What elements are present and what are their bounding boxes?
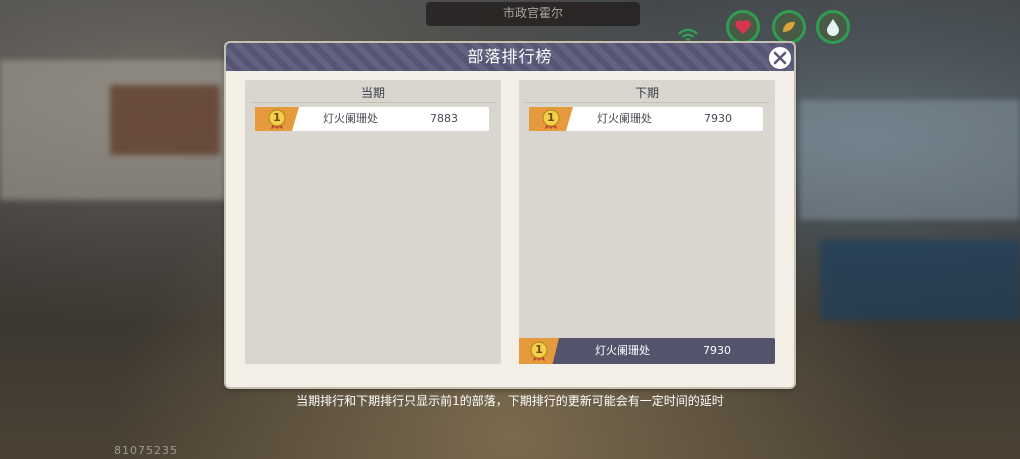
medal-icon: 1 [541, 109, 561, 129]
tribe-name: 灯火阑珊处 [323, 112, 378, 125]
dialog-header: 部落排行榜 [226, 43, 794, 71]
leaderboard-row[interactable]: 1 灯火阑珊处 7883 [255, 107, 489, 131]
my-tribe-row[interactable]: 1 灯火阑珊处 7930 [519, 338, 775, 364]
tribe-score: 7883 [430, 112, 458, 125]
rank-number: 1 [535, 343, 543, 356]
player-id: 81075235 [114, 444, 178, 457]
tribe-name: 灯火阑珊处 [597, 112, 652, 125]
medal-icon: 1 [529, 341, 549, 361]
rank-number: 1 [273, 111, 281, 124]
close-button[interactable] [767, 45, 793, 71]
hunger-status[interactable] [772, 10, 806, 44]
leaderboard-footnote: 当期排行和下期排行只显示前1的部落，下期排行的更新可能会有一定时间的延时 [296, 394, 724, 408]
background-scene-object [110, 85, 220, 155]
current-period-panel: 当期 1 灯火阑珊处 7883 [245, 80, 501, 364]
my-tribe-name: 灯火阑珊处 [595, 344, 650, 357]
thirst-status[interactable] [816, 10, 850, 44]
my-tribe-score: 7930 [703, 344, 731, 357]
food-icon [783, 21, 795, 32]
leaderboard-row[interactable]: 1 灯火阑珊处 7930 [529, 107, 763, 131]
health-status[interactable] [726, 10, 760, 44]
dialog-title: 部落排行榜 [467, 47, 553, 66]
water-drop-icon [827, 19, 839, 36]
next-period-title: 下期 [525, 84, 769, 103]
tribe-leaderboard-dialog: 部落排行榜 当期 1 灯火阑珊处 7883 下期 1 灯火阑珊处 7930 1 … [226, 43, 794, 387]
background-scene-object [800, 100, 1020, 220]
close-icon [773, 51, 787, 65]
next-period-panel: 下期 1 灯火阑珊处 7930 [519, 80, 775, 364]
heart-icon [735, 20, 751, 34]
tribe-score: 7930 [704, 112, 732, 125]
rank-number: 1 [547, 111, 555, 124]
background-scene-object [820, 240, 1020, 320]
medal-icon: 1 [267, 109, 287, 129]
current-period-title: 当期 [251, 84, 495, 103]
npc-name-label: 市政官霍尔 [426, 2, 640, 26]
